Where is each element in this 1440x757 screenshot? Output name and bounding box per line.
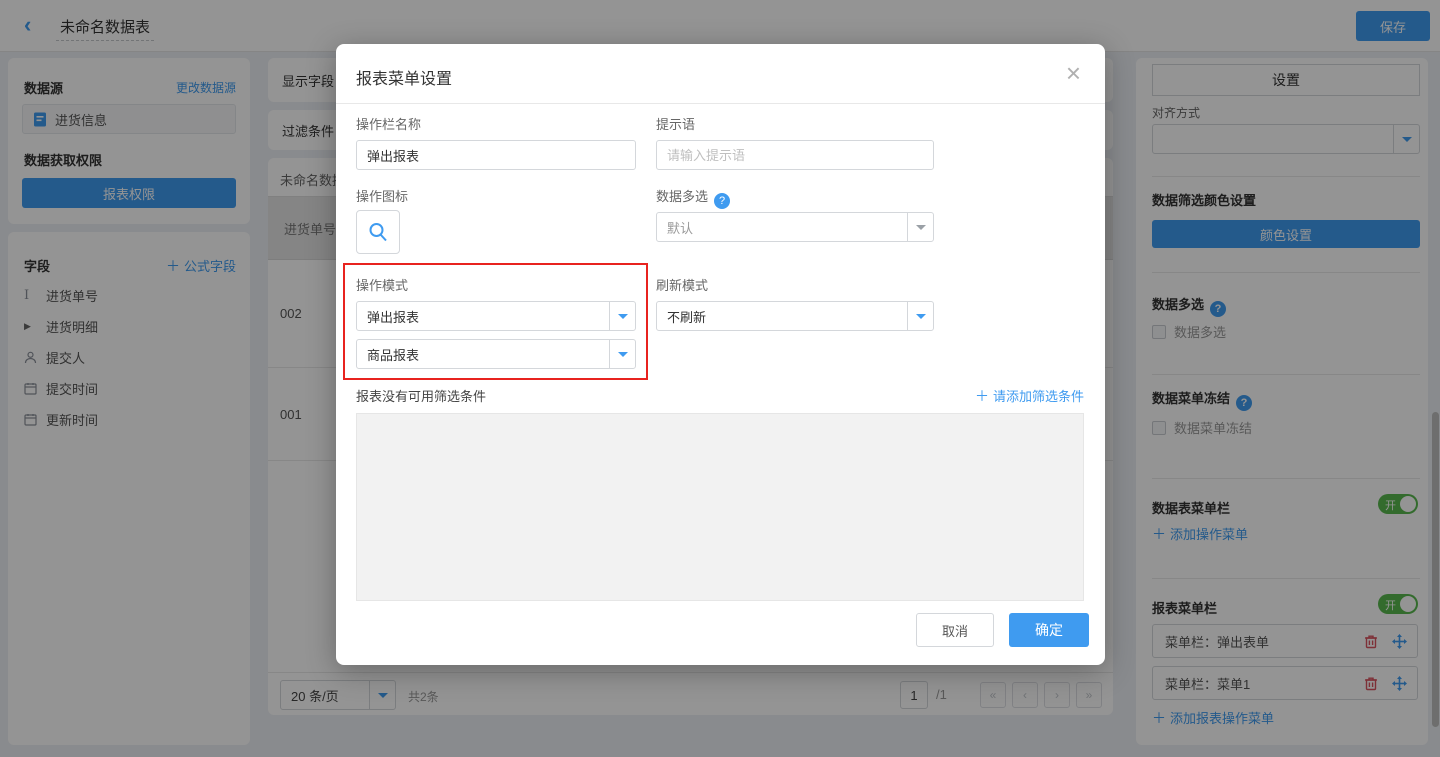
tip-input[interactable] <box>656 140 934 170</box>
action-mode-label: 操作模式 <box>356 278 409 293</box>
search-icon <box>367 221 389 243</box>
action-icon-button[interactable] <box>356 210 400 254</box>
chevron-down-icon <box>907 302 933 330</box>
screen: ‹ 未命名数据表 保存 数据源 更改数据源 进货信息 数据获取权限 报表权限 字… <box>0 0 1440 757</box>
cancel-button[interactable]: 取消 <box>916 613 994 647</box>
close-icon[interactable]: × <box>1066 58 1081 89</box>
data-multiselect-label: 数据多选? <box>656 186 731 209</box>
data-multiselect-select[interactable]: 默认 <box>656 212 934 242</box>
help-icon[interactable]: ? <box>714 193 731 209</box>
confirm-button[interactable]: 确定 <box>1009 613 1089 647</box>
tip-label: 提示语 <box>656 117 696 132</box>
action-icon-label: 操作图标 <box>356 189 409 204</box>
refresh-mode-select[interactable]: 不刷新 <box>656 301 934 331</box>
modal-title: 报表菜单设置 <box>356 71 453 88</box>
action-mode-select[interactable]: 弹出报表 <box>356 301 636 331</box>
plus-icon: ＋ <box>974 388 989 404</box>
filter-note: 报表没有可用筛选条件 <box>356 389 487 404</box>
chevron-down-icon <box>609 340 635 368</box>
action-name-label: 操作栏名称 <box>356 117 422 132</box>
filter-conditions-panel <box>356 413 1084 601</box>
report-menu-settings-modal: 报表菜单设置 × 操作栏名称 提示语 操作图标 数据多选? 默认 操作模式 刷新… <box>336 44 1105 665</box>
action-name-input[interactable] <box>356 140 636 170</box>
report-select[interactable]: 商品报表 <box>356 339 636 369</box>
add-filter-link[interactable]: ＋请添加筛选条件 <box>975 386 1084 406</box>
chevron-down-icon <box>609 302 635 330</box>
modal-header: 报表菜单设置 × <box>336 44 1105 104</box>
refresh-mode-label: 刷新模式 <box>656 278 709 293</box>
chevron-down-icon <box>907 213 933 241</box>
